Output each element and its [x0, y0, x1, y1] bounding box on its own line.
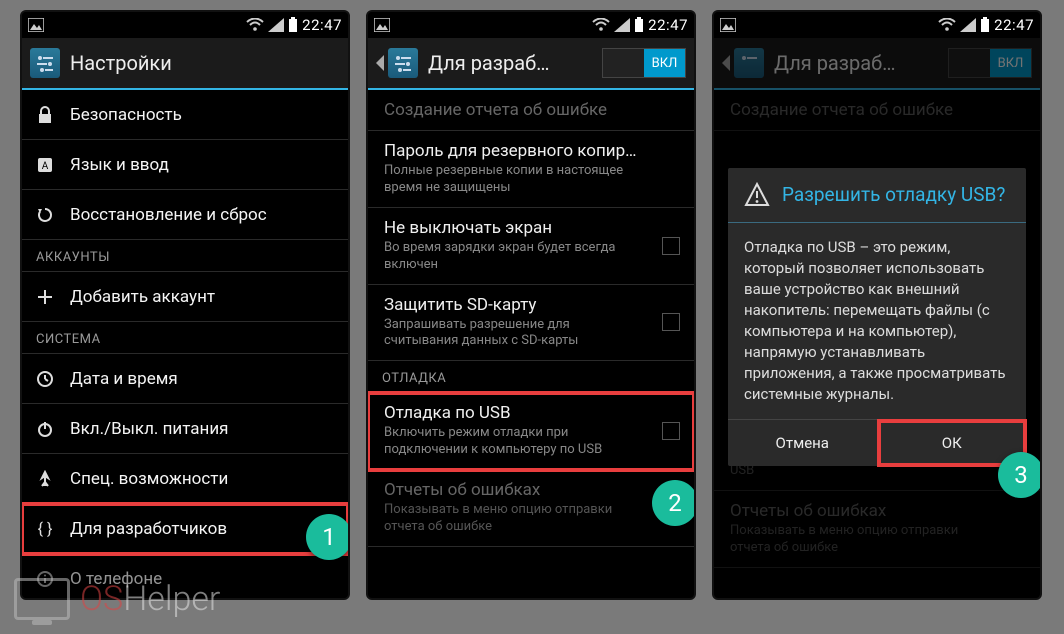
- checkbox[interactable]: [662, 313, 680, 331]
- warning-icon: [744, 182, 770, 208]
- power-icon: [34, 418, 56, 440]
- lock-icon: [34, 104, 56, 126]
- image-icon: [720, 18, 736, 32]
- status-time: 22:47: [994, 16, 1034, 34]
- item-language[interactable]: A Язык и ввод: [22, 140, 348, 190]
- signal-icon: [268, 18, 284, 32]
- status-bar: 22:47: [22, 12, 348, 38]
- status-bar: 22:47: [714, 12, 1040, 38]
- section-accounts: АККАУНТЫ: [22, 240, 348, 272]
- info-icon: [34, 568, 56, 590]
- image-icon: [374, 18, 390, 32]
- action-bar: Настройки: [22, 38, 348, 90]
- page-title: Настройки: [70, 51, 340, 75]
- chevron-left-icon: [376, 55, 384, 71]
- section-debug: ОТЛАДКА: [368, 361, 694, 393]
- usb-debug-dialog: Разрешить отладку USB? Отладка по USB – …: [728, 168, 1026, 466]
- battery-icon: [634, 17, 644, 33]
- dialog-cancel-button[interactable]: Отмена: [728, 420, 878, 466]
- image-icon: [28, 18, 44, 32]
- developer-toggle[interactable]: ВКЛ: [602, 48, 686, 78]
- settings-icon: [30, 48, 60, 78]
- clock-icon: [34, 368, 56, 390]
- svg-text:{ }: { }: [38, 520, 53, 538]
- toggle-on-label: ВКЛ: [644, 49, 685, 77]
- page-title: Для разраб…: [774, 51, 938, 75]
- svg-text:A: A: [42, 161, 49, 172]
- phone-screen-3: 22:47 Для разраб… ВКЛ Создание отчета об…: [712, 10, 1042, 600]
- signal-icon: [960, 18, 976, 32]
- settings-icon: [734, 48, 764, 78]
- status-bar: 22:47: [368, 12, 694, 38]
- action-bar: Для разраб… ВКЛ: [368, 38, 694, 90]
- wifi-icon: [938, 18, 956, 32]
- dialog-body: Отладка по USB – это режим, который позв…: [728, 223, 1026, 419]
- item-security[interactable]: Безопасность: [22, 90, 348, 140]
- checkbox[interactable]: [662, 422, 680, 440]
- wifi-icon: [592, 18, 610, 32]
- phone-screen-1: 22:47 Настройки Безопасность A Язык и вв…: [20, 10, 350, 600]
- checkbox[interactable]: [662, 237, 680, 255]
- item-backup-password[interactable]: Пароль для резервного копирования Полные…: [368, 131, 694, 208]
- item-stay-awake[interactable]: Не выключать экран Во время зарядки экра…: [368, 208, 694, 285]
- item-backup-reset[interactable]: Восстановление и сброс: [22, 190, 348, 240]
- developer-toggle: ВКЛ: [948, 48, 1032, 78]
- item-add-account[interactable]: Добавить аккаунт: [22, 272, 348, 322]
- language-icon: A: [34, 154, 56, 176]
- section-system: СИСТЕМА: [22, 322, 348, 354]
- back-button: [722, 48, 764, 78]
- action-bar: Для разраб… ВКЛ: [714, 38, 1040, 90]
- page-title: Для разраб…: [428, 51, 592, 75]
- status-time: 22:47: [648, 16, 688, 34]
- item-accessibility[interactable]: Спец. возможности: [22, 454, 348, 504]
- item-bugreports[interactable]: Отчеты об ошибках Показывать в меню опци…: [368, 470, 694, 547]
- step-badge-1: 1: [306, 514, 350, 560]
- item-usb-debugging[interactable]: Отладка по USB Включить режим отладки пр…: [368, 393, 694, 470]
- battery-icon: [980, 17, 990, 33]
- signal-icon: [614, 18, 630, 32]
- developer-icon: { }: [34, 518, 56, 540]
- item-developer-options[interactable]: { } Для разработчиков: [22, 504, 348, 554]
- developer-list[interactable]: Создание отчета об ошибке Пароль для рез…: [368, 90, 694, 547]
- settings-icon: [388, 48, 418, 78]
- step-badge-3: 3: [998, 452, 1042, 498]
- status-time: 22:47: [302, 16, 342, 34]
- item-bugreport-create[interactable]: Создание отчета об ошибке: [368, 90, 694, 131]
- battery-icon: [288, 17, 298, 33]
- phone-screen-2: 22:47 Для разраб… ВКЛ Создание отчета об…: [366, 10, 696, 600]
- item-date-time[interactable]: Дата и время: [22, 354, 348, 404]
- accessibility-icon: [34, 468, 56, 490]
- restore-icon: [34, 204, 56, 226]
- item-about-phone[interactable]: О телефоне: [22, 554, 348, 600]
- plus-icon: [34, 286, 56, 308]
- item-power[interactable]: Вкл./Выкл. питания: [22, 404, 348, 454]
- dialog-title: Разрешить отладку USB?: [782, 183, 1005, 207]
- back-button[interactable]: [376, 48, 418, 78]
- wifi-icon: [246, 18, 264, 32]
- item-protect-sd[interactable]: Защитить SD-карту Запрашивать разрешение…: [368, 285, 694, 362]
- chevron-left-icon: [722, 55, 730, 71]
- step-badge-2: 2: [652, 480, 696, 526]
- settings-list[interactable]: Безопасность A Язык и ввод Восстановлени…: [22, 90, 348, 600]
